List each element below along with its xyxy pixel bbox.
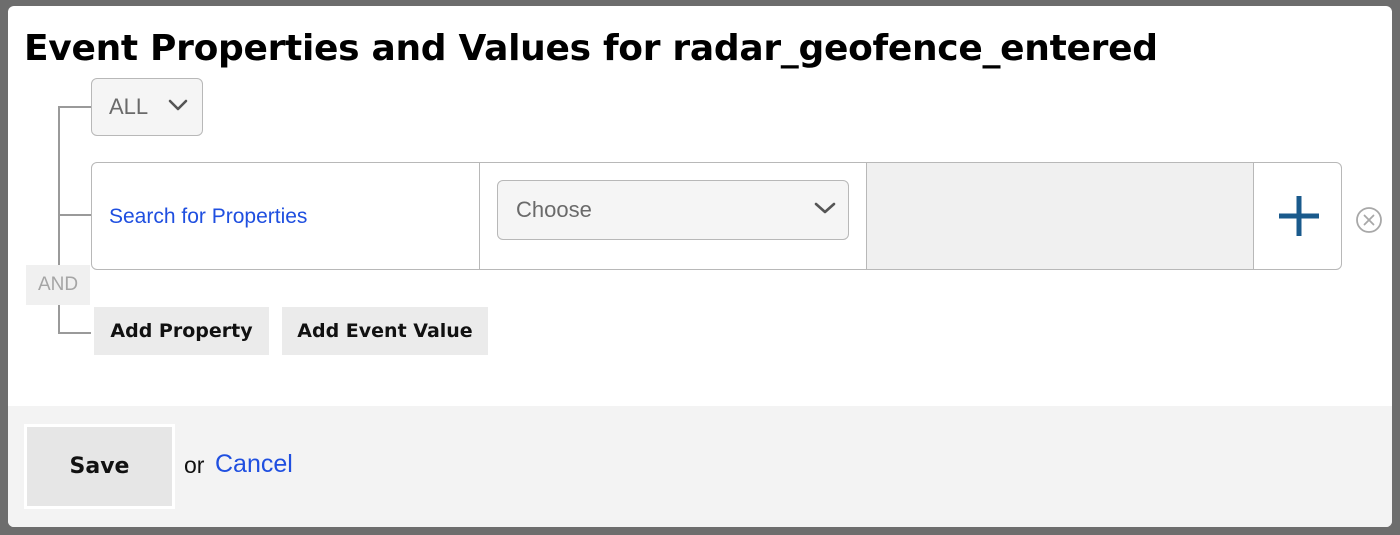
and-operator-badge: AND [26, 265, 90, 305]
modal-footer: Save or Cancel [8, 406, 1392, 527]
property-filter-row: Search for Properties Choose [91, 162, 1342, 270]
tree-connector-actions [58, 332, 91, 334]
add-event-value-button[interactable]: Add Event Value [282, 307, 488, 355]
add-row-button[interactable] [1254, 163, 1341, 269]
search-properties-link[interactable]: Search for Properties [109, 205, 307, 229]
chevron-down-icon [814, 202, 836, 214]
match-mode-select[interactable]: ALL [91, 78, 203, 136]
match-mode-value: ALL [109, 94, 149, 119]
value-cell [867, 163, 1254, 269]
save-button[interactable]: Save [24, 424, 175, 509]
operator-select-value: Choose [516, 197, 592, 222]
chevron-down-icon [168, 99, 188, 111]
event-properties-modal: Event Properties and Values for radar_ge… [8, 6, 1392, 527]
property-cell: Search for Properties [92, 163, 480, 269]
plus-icon [1278, 196, 1319, 236]
tree-connector-all [58, 106, 91, 108]
operator-select[interactable]: Choose [497, 180, 849, 240]
or-text: or [184, 452, 205, 478]
modal-title: Event Properties and Values for radar_ge… [24, 28, 1158, 69]
add-property-button[interactable]: Add Property [94, 307, 269, 355]
close-circle-icon[interactable] [1355, 206, 1383, 234]
cancel-link[interactable]: Cancel [215, 450, 293, 479]
operator-cell: Choose [480, 163, 867, 269]
tree-connector-row [58, 214, 91, 216]
